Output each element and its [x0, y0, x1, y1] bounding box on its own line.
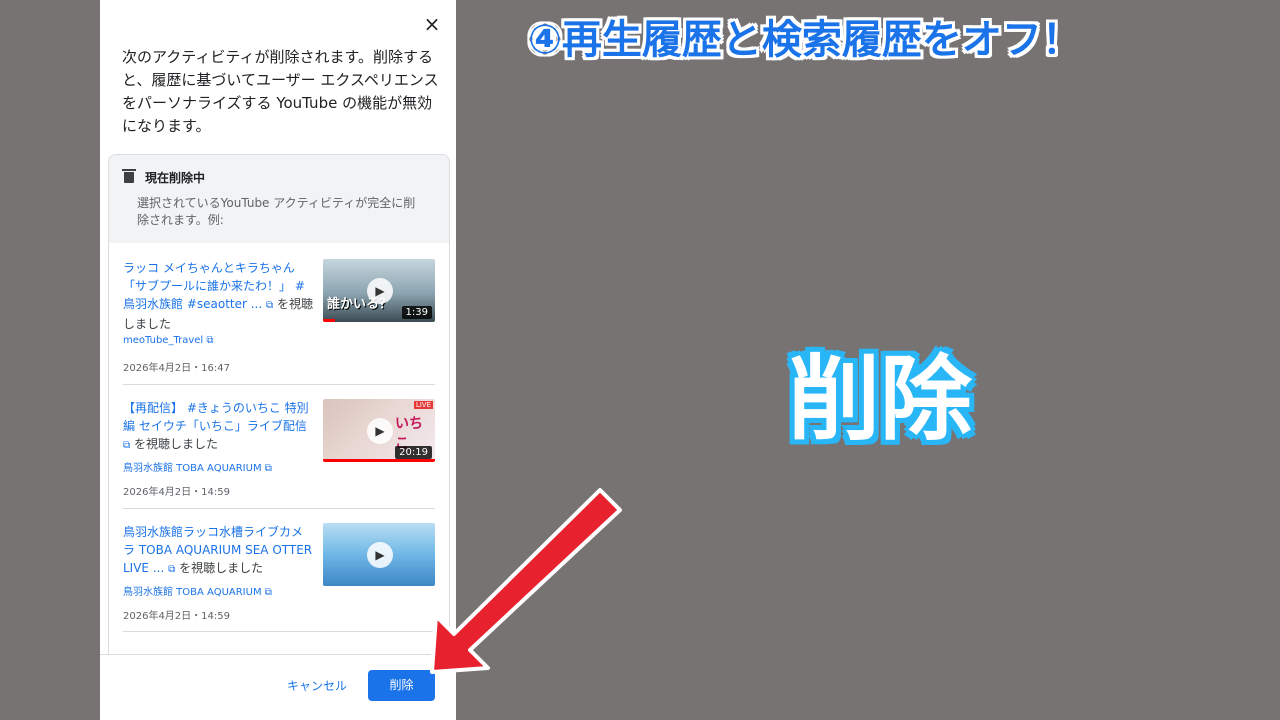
- pointer-arrow-icon: [430, 488, 622, 674]
